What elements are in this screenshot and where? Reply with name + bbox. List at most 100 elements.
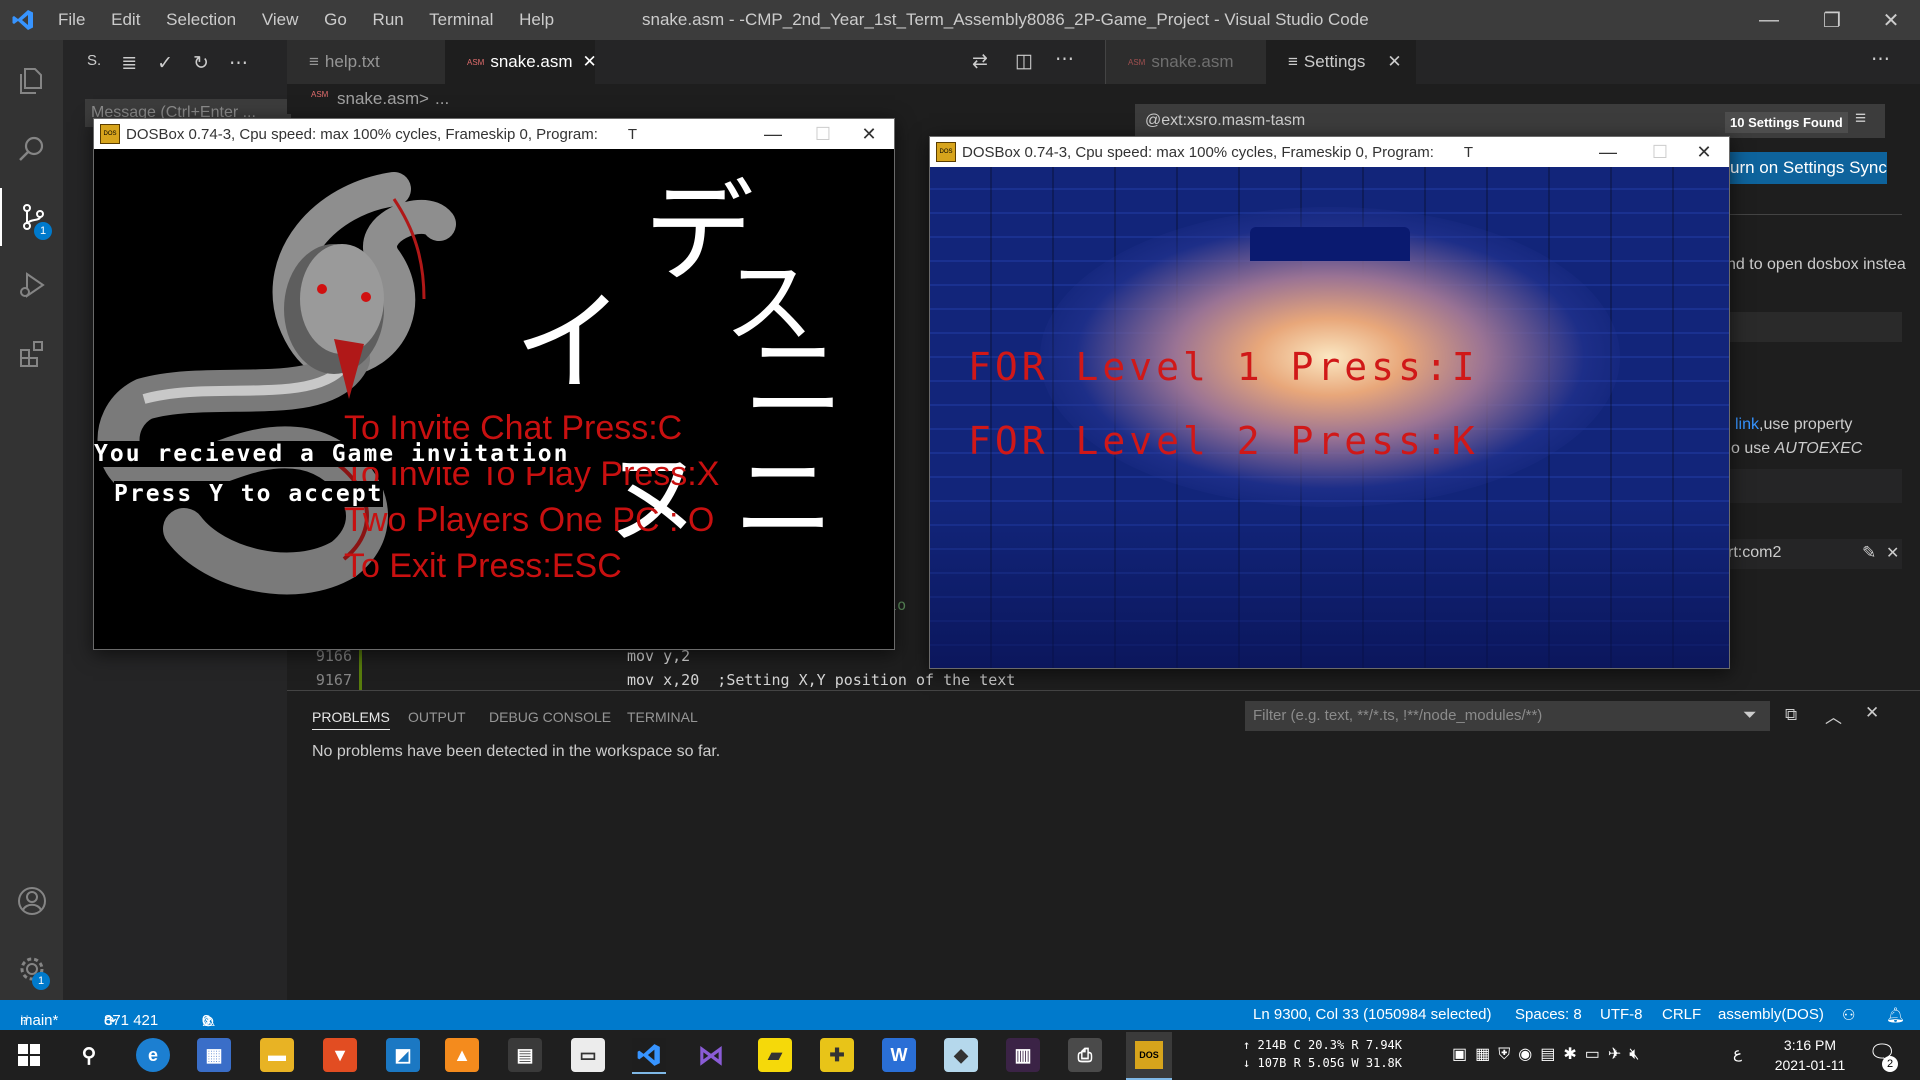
app-icon[interactable]: ◩ <box>386 1038 420 1072</box>
extensions-icon[interactable] <box>0 324 63 382</box>
collapse-all-icon[interactable]: ⧉ <box>1785 705 1797 725</box>
manage-gear-icon[interactable]: 1 <box>0 940 63 998</box>
menu-help[interactable]: Help <box>519 10 554 29</box>
edit-pencil-icon[interactable]: ✎ <box>1862 543 1876 563</box>
calendar-app-icon[interactable]: ▤ <box>508 1038 542 1072</box>
menu-run[interactable]: Run <box>373 10 404 29</box>
minimize-button[interactable]: — <box>1740 0 1798 40</box>
run-debug-icon[interactable] <box>0 256 63 314</box>
source-control-icon[interactable]: 1 <box>0 188 63 246</box>
indentation-status[interactable]: Spaces: 8 <box>1515 1006 1582 1023</box>
dosbox-screen[interactable]: FOR Level 1 Press:I FOR Level 2 Press:K <box>930 167 1729 668</box>
setting-link[interactable]: link <box>1735 416 1759 433</box>
notifications-bell-icon[interactable]: 🔔︎ <box>1886 1006 1905 1024</box>
app-icon[interactable]: ▥ <box>1006 1038 1040 1072</box>
files-icon[interactable] <box>0 52 63 110</box>
breadcrumb-file[interactable]: snake.asm <box>337 89 419 109</box>
level-2-option: FOR Level 2 Press:K <box>968 419 1479 463</box>
clock[interactable]: 3:16 PM 2021-01-11 <box>1770 1035 1850 1075</box>
code-line[interactable]: 9167 mov x,20 ;Setting X,Y position of t… <box>287 668 1105 692</box>
puzzle-app-icon[interactable]: ✚ <box>820 1038 854 1072</box>
taskbar-search-icon[interactable]: ⚲ <box>72 1038 106 1072</box>
more-actions-icon[interactable]: ⋯ <box>229 52 248 75</box>
tab-close-icon[interactable]: ✕ <box>583 52 597 72</box>
cursor-position[interactable]: Ln 9300, Col 33 (1050984 selected) <box>1253 1006 1492 1023</box>
system-tray-icons[interactable]: ▣▦⛨◉▤✱▭✈🔇︎ <box>1452 1044 1647 1064</box>
dosbox-close-button[interactable]: ✕ <box>844 119 894 149</box>
brave-browser-icon[interactable]: ▼ <box>323 1038 357 1072</box>
tab-output[interactable]: OUTPUT <box>408 709 466 725</box>
store-icon[interactable]: ▦ <box>197 1038 231 1072</box>
sticky-notes-icon[interactable]: ▰ <box>758 1038 792 1072</box>
net-monitor: ↑ 214B C 20.3% R 7.94K ↓ 107B R 5.05G W … <box>1243 1038 1402 1070</box>
turn-on-settings-sync-button[interactable]: urn on Settings Sync <box>1720 152 1887 184</box>
tab-settings[interactable]: ≡ Settings ✕ <box>1266 40 1416 84</box>
eol-status[interactable]: CRLF <box>1662 1006 1701 1023</box>
menu-selection[interactable]: Selection <box>166 10 236 29</box>
maximize-panel-icon[interactable]: ︿ <box>1825 703 1842 728</box>
dosbox-minimize-button[interactable]: — <box>1583 137 1633 167</box>
tab-snake-asm[interactable]: ASM snake.asm ✕ <box>445 40 597 84</box>
editor-more-icon[interactable]: ⋯ <box>1871 48 1890 71</box>
menu-edit[interactable]: Edit <box>111 10 140 29</box>
vlc-icon[interactable]: ▲ <box>445 1038 479 1072</box>
remove-item-icon[interactable]: ✕ <box>1886 543 1899 563</box>
language-mode[interactable]: assembly(DOS) <box>1718 1006 1824 1023</box>
printer-app-icon[interactable]: ⎙ <box>1068 1038 1102 1072</box>
language-indicator[interactable]: ع <box>1733 1044 1742 1062</box>
dosbox-taskbar-icon[interactable]: DOS <box>1126 1032 1172 1080</box>
dosbox-app-icon: DOS <box>936 142 956 162</box>
windows-start-icon[interactable] <box>12 1038 46 1072</box>
tab-terminal[interactable]: TERMINAL <box>627 709 698 725</box>
dosbox-screen[interactable]: デ ス イ ニ ヌ ニ To Invite Chat Press:C To In… <box>94 149 894 649</box>
open-changes-icon[interactable]: ⇄ <box>972 50 988 73</box>
tab-help-txt[interactable]: ≡ help.txt <box>287 40 445 84</box>
word-app-icon[interactable]: W <box>882 1038 916 1072</box>
file-explorer-icon[interactable]: ▬ <box>260 1038 294 1072</box>
vscode-taskbar-icon[interactable] <box>632 1038 666 1074</box>
tab-problems[interactable]: PROBLEMS <box>312 709 390 730</box>
live-share-icon[interactable]: ⚇ <box>1842 1006 1855 1024</box>
menu-go[interactable]: Go <box>324 10 347 29</box>
menu-file[interactable]: File <box>58 10 85 29</box>
close-button[interactable]: ✕ <box>1862 0 1920 40</box>
dosbox-title-bar[interactable]: DOS DOSBox 0.74-3, Cpu speed: max 100% c… <box>94 119 894 149</box>
tab-debug-console[interactable]: DEBUG CONSOLE <box>489 709 611 725</box>
search-icon[interactable] <box>0 120 63 178</box>
restore-button[interactable]: ❐ <box>1803 0 1861 40</box>
dosbox-maximize-button[interactable]: ☐ <box>1635 137 1685 167</box>
visual-studio-icon[interactable]: ⋈ <box>694 1038 728 1072</box>
tab-close-icon[interactable]: ✕ <box>1387 52 1401 72</box>
app-icon[interactable]: ◆ <box>944 1038 978 1072</box>
commit-check-icon[interactable]: ✓ <box>157 52 173 75</box>
menu-view[interactable]: View <box>262 10 299 29</box>
problems-filter-input[interactable]: Filter (e.g. text, **/*.ts, !**/node_mod… <box>1245 701 1770 731</box>
close-panel-icon[interactable]: ✕ <box>1865 703 1879 723</box>
editor-more-icon[interactable]: ⋯ <box>1055 48 1074 71</box>
account-icon[interactable] <box>0 872 63 930</box>
notification-count: 2 <box>1882 1056 1898 1072</box>
activity-bar: 1 1 <box>0 40 63 1000</box>
dosbox-program: T <box>627 125 638 143</box>
setting-item-value-row[interactable]: rt:com2 ✎ ✕ <box>1720 539 1902 569</box>
code-text: mov x,20 ;Setting X,Y position of the te… <box>627 671 1016 689</box>
encoding-status[interactable]: UTF-8 <box>1600 1006 1643 1023</box>
filter-funnel-icon[interactable]: ⏷ <box>1743 705 1757 725</box>
dosbox-maximize-button[interactable]: ☐ <box>798 119 848 149</box>
window-app-icon[interactable]: ▭ <box>571 1038 605 1072</box>
dosbox-title-bar[interactable]: DOS DOSBox 0.74-3, Cpu speed: max 100% c… <box>930 137 1729 167</box>
dosbox-window-1[interactable]: DOS DOSBox 0.74-3, Cpu speed: max 100% c… <box>93 118 895 650</box>
filter-settings-icon[interactable]: ≡ <box>1855 108 1866 130</box>
menu-terminal[interactable]: Terminal <box>429 10 493 29</box>
tab-label: snake.asm <box>490 52 573 71</box>
split-editor-icon[interactable]: ◫ <box>1015 50 1033 73</box>
breadcrumb-more[interactable]: ... <box>435 89 449 109</box>
dosbox-window-2[interactable]: DOS DOSBox 0.74-3, Cpu speed: max 100% c… <box>929 136 1730 669</box>
refresh-icon[interactable]: ↻ <box>193 52 209 75</box>
view-as-tree-icon[interactable]: ≣ <box>121 52 137 75</box>
dosbox-minimize-button[interactable]: — <box>748 119 798 149</box>
dosbox-close-button[interactable]: ✕ <box>1679 137 1729 167</box>
edge-browser-icon[interactable]: e <box>136 1038 170 1072</box>
tab-snake-asm-right[interactable]: ASM snake.asm <box>1106 40 1266 84</box>
dosbox-title: DOSBox 0.74-3, Cpu speed: max 100% cycle… <box>962 143 1434 161</box>
